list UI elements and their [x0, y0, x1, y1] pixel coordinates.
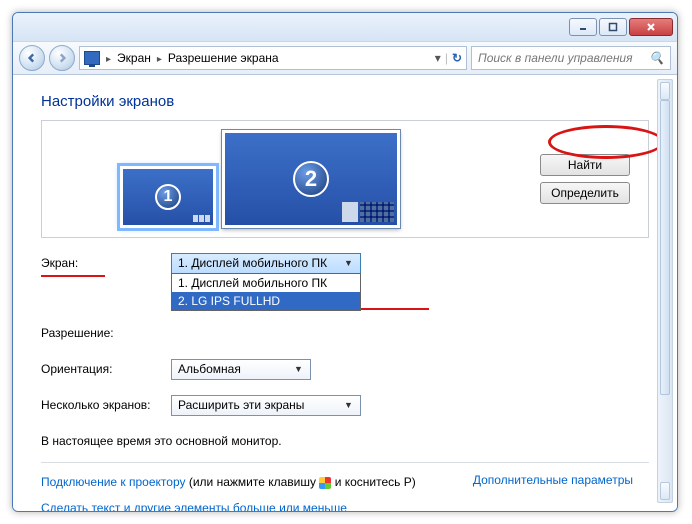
dropdown-option[interactable]: 1. Дисплей мобильного ПК — [172, 274, 360, 292]
identify-button[interactable]: Определить — [540, 182, 630, 204]
display-select[interactable]: 1. Дисплей мобильного ПК ▼ — [171, 253, 361, 274]
chevron-down-icon: ▼ — [341, 258, 356, 268]
search-placeholder: Поиск в панели управления — [478, 51, 633, 65]
content-area: Настройки экранов 1 2 Найти Определить Э… — [13, 75, 677, 511]
breadcrumb-item[interactable]: Экран — [117, 51, 151, 65]
display-row: Экран: 1. Дисплей мобильного ПК ▼ 1. Дис… — [41, 252, 649, 274]
forward-button[interactable] — [49, 45, 75, 71]
scrollbar[interactable] — [657, 79, 673, 503]
monitor-1[interactable]: 1 — [120, 166, 216, 228]
orientation-select[interactable]: Альбомная ▼ — [171, 359, 311, 380]
page-title: Настройки экранов — [41, 93, 649, 110]
scroll-thumb[interactable] — [660, 100, 670, 395]
chevron-down-icon: ▼ — [341, 400, 356, 410]
select-value: Расширить эти экраны — [178, 398, 304, 412]
select-value: Альбомная — [178, 362, 241, 376]
address-bar[interactable]: Экран Разрешение экрана ▾ | ↻ — [79, 46, 467, 70]
close-button[interactable] — [629, 18, 673, 36]
find-button[interactable]: Найти — [540, 154, 630, 176]
annotation-underline — [41, 275, 105, 277]
dropdown-option[interactable]: 2. LG IPS FULLHD — [172, 292, 360, 310]
select-value: 1. Дисплей мобильного ПК — [178, 256, 327, 270]
multi-label: Несколько экранов: — [41, 398, 171, 412]
display-dropdown[interactable]: 1. Дисплей мобильного ПК 2. LG IPS FULLH… — [171, 273, 361, 311]
control-panel-window: Экран Разрешение экрана ▾ | ↻ Поиск в па… — [12, 12, 678, 512]
primary-monitor-text: В настоящее время это основной монитор. — [41, 434, 649, 448]
display-icon — [84, 51, 100, 65]
display-label: Экран: — [41, 256, 171, 270]
navbar: Экран Разрешение экрана ▾ | ↻ Поиск в па… — [13, 41, 677, 75]
multi-row: Несколько экранов: Расширить эти экраны … — [41, 394, 649, 416]
taskbar-icon — [193, 215, 210, 222]
monitor-preview: 1 2 Найти Определить — [41, 120, 649, 238]
resolution-label: Разрешение: — [41, 326, 171, 340]
annotation-underline — [361, 308, 429, 310]
breadcrumb-item[interactable]: Разрешение экрана — [168, 51, 279, 65]
refresh-icon[interactable]: ↻ — [452, 51, 462, 65]
chevron-down-icon: ▼ — [291, 364, 306, 374]
orientation-row: Ориентация: Альбомная ▼ — [41, 358, 649, 380]
textsize-link[interactable]: Сделать текст и другие элементы больше и… — [41, 501, 347, 511]
windows-key-icon — [319, 477, 331, 489]
projector-link[interactable]: Подключение к проектору — [41, 475, 186, 489]
advanced-link[interactable]: Дополнительные параметры — [473, 473, 633, 487]
search-icon[interactable]: 🔍 — [649, 51, 664, 65]
back-button[interactable] — [19, 45, 45, 71]
monitor-2[interactable]: 2 — [222, 130, 400, 228]
dropdown-arrow-icon[interactable]: ▾ — [435, 51, 441, 65]
projector-hint: и коснитесь P) — [335, 475, 416, 489]
monitor-number: 1 — [155, 184, 181, 210]
breadcrumb-sep — [157, 51, 162, 65]
titlebar — [13, 13, 677, 41]
taskbar-icon — [342, 202, 394, 222]
monitor-number: 2 — [293, 161, 329, 197]
resolution-row: Разрешение: — [41, 322, 649, 344]
search-input[interactable]: Поиск в панели управления 🔍 — [471, 46, 671, 70]
minimize-button[interactable] — [569, 18, 597, 36]
separator — [41, 462, 649, 463]
multi-select[interactable]: Расширить эти экраны ▼ — [171, 395, 361, 416]
projector-hint: (или нажмите клавишу — [189, 475, 320, 489]
breadcrumb-sep — [106, 51, 111, 65]
orientation-label: Ориентация: — [41, 362, 171, 376]
maximize-button[interactable] — [599, 18, 627, 36]
